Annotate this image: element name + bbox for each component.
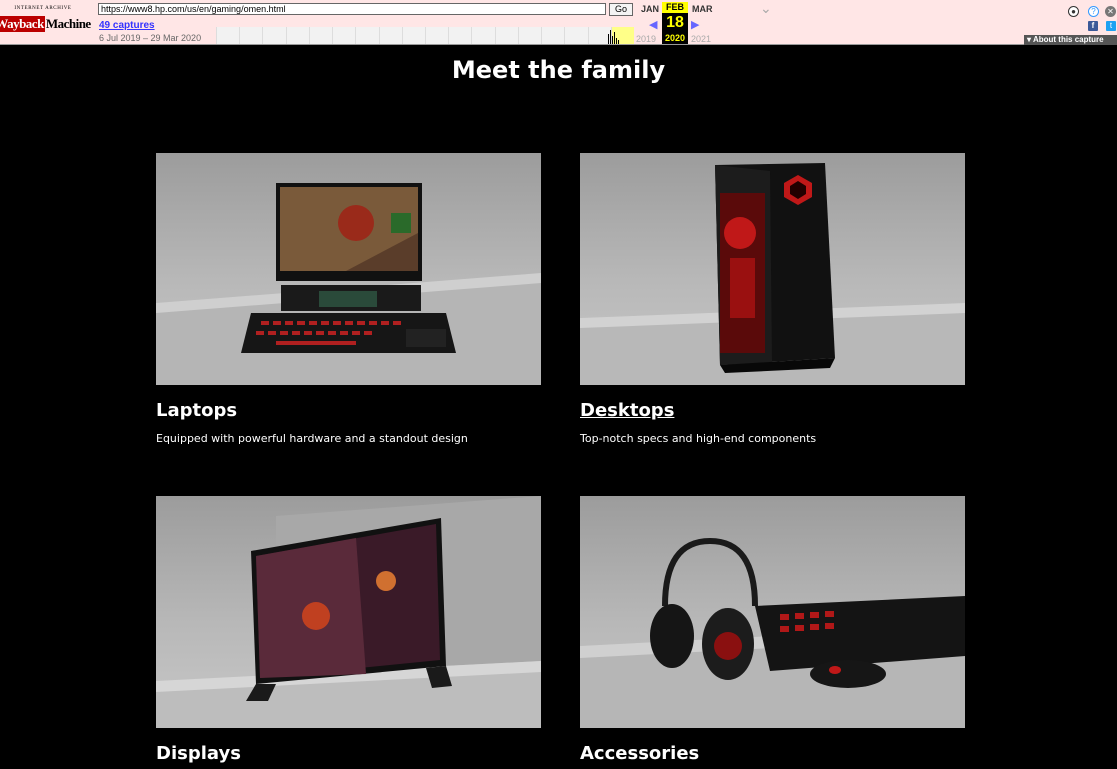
prev-capture-arrow-icon[interactable]: ◀ (649, 18, 657, 31)
product-card-accessories[interactable]: Accessories (580, 496, 965, 764)
card-title-desktops[interactable]: Desktops (580, 400, 965, 421)
next-capture-arrow-icon[interactable]: ▶ (691, 18, 699, 31)
desktop-illustration (580, 163, 965, 385)
sparkline-segment (471, 27, 495, 44)
sparkline-segment (308, 27, 333, 44)
url-input[interactable]: https://www8.hp.com/us/en/gaming/omen.ht… (98, 3, 606, 15)
sparkline-segment (448, 27, 472, 44)
sparkline-segment (332, 27, 356, 44)
card-title-displays[interactable]: Displays (156, 743, 541, 764)
desktop-image[interactable] (580, 153, 965, 385)
page-title: Meet the family (451, 56, 666, 84)
about-capture-button[interactable]: ▾ About this capture (1024, 35, 1117, 45)
capture-sparkline[interactable] (216, 27, 634, 44)
next-year-link[interactable]: 2021 (691, 34, 711, 44)
facebook-icon[interactable]: f (1088, 21, 1098, 31)
desktops-link[interactable]: Desktops (580, 400, 674, 421)
accessories-illustration (580, 537, 965, 728)
sparkline-segment (541, 27, 565, 44)
accessories-image[interactable] (580, 496, 965, 728)
product-card-laptops[interactable]: Laptops Equipped with powerful hardware … (156, 153, 541, 445)
card-title-accessories[interactable]: Accessories (580, 743, 965, 764)
wayback-logo[interactable]: INTERNET ARCHIVE Wayback Machine (0, 6, 91, 38)
sparkline-segment (401, 27, 425, 44)
wayback-logo-top: INTERNET ARCHIVE (14, 6, 72, 11)
sparkline-segment (262, 27, 286, 44)
prev-year-link[interactable]: 2019 (636, 34, 656, 44)
sparkline-segment (517, 27, 542, 44)
twitter-icon[interactable]: t (1106, 21, 1116, 31)
captures-link[interactable]: 49 captures (99, 20, 155, 31)
card-desc-laptops: Equipped with powerful hardware and a st… (156, 432, 468, 445)
current-year: 2020 (664, 33, 686, 43)
prev-month-link[interactable]: JAN (641, 4, 659, 14)
current-capture-calendar: FEB 18 2020 (662, 2, 688, 44)
product-card-displays[interactable]: Displays (156, 496, 541, 764)
help-icon[interactable]: ? (1088, 6, 1099, 17)
card-desc-desktops: Top-notch specs and high-end components (580, 432, 817, 445)
sparkline-segment (239, 27, 263, 44)
sparkline-segment (285, 27, 309, 44)
capture-range: 6 Jul 2019 – 29 Mar 2020 (99, 33, 202, 43)
next-month-link[interactable]: MAR (692, 4, 713, 14)
sparkline-segment (494, 27, 518, 44)
sparkline-segment (216, 27, 240, 44)
laptop-illustration (156, 183, 541, 385)
sparkline-segment (378, 27, 402, 44)
display-image[interactable] (156, 496, 541, 728)
product-card-desktops[interactable]: Desktops Top-notch specs and high-end co… (580, 153, 965, 445)
go-button[interactable]: Go (609, 3, 633, 16)
sparkline-segment (564, 27, 588, 44)
sparkline-segment (355, 27, 379, 44)
card-title-laptops[interactable]: Laptops (156, 400, 541, 421)
sparkline-bars (608, 30, 619, 44)
laptop-image[interactable] (156, 153, 541, 385)
wayback-logo-word2: Machine (45, 16, 91, 31)
current-month: FEB (662, 2, 688, 13)
close-icon[interactable]: ✕ (1105, 6, 1116, 17)
sparkline-segment (424, 27, 449, 44)
wayback-toolbar: INTERNET ARCHIVE Wayback Machine https://… (0, 0, 1117, 45)
about-capture-label: About this capture (1032, 35, 1104, 44)
wayback-logo-word1: Wayback (0, 16, 45, 32)
display-illustration (156, 496, 541, 728)
wayback-logo-main: Wayback Machine (0, 13, 91, 35)
user-icon[interactable]: ● (1068, 6, 1079, 17)
chevron-down-icon[interactable]: ⌄ (760, 0, 772, 17)
current-day: 18 (666, 14, 684, 31)
